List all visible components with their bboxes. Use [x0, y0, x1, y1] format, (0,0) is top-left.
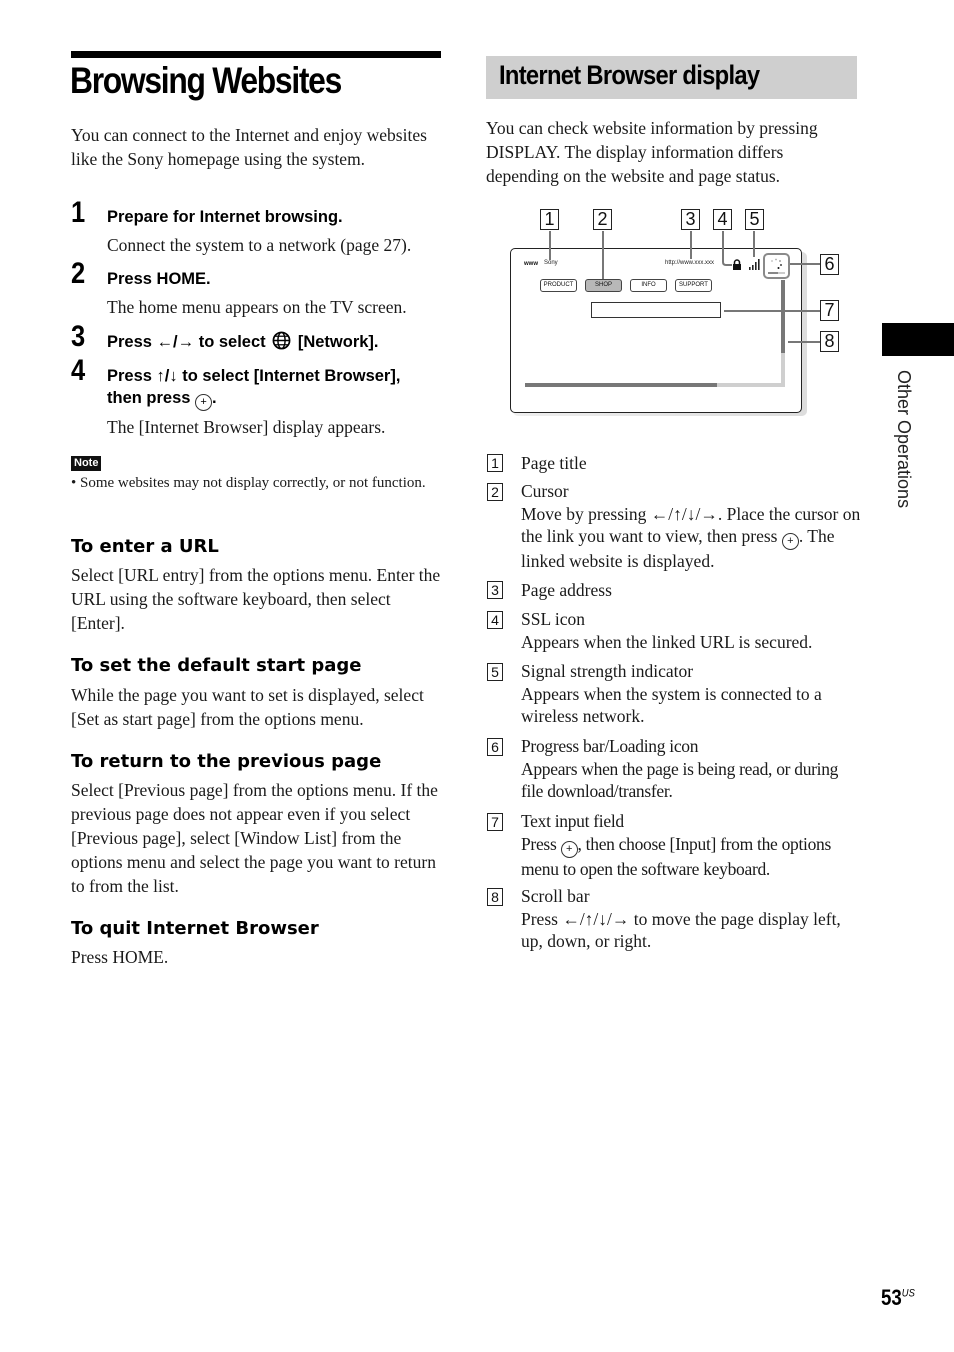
legend-item-7: Text input field Press +, then choose [I… — [521, 810, 861, 880]
side-tab-label: Other Operations — [894, 370, 914, 509]
legend-desc-8: Press ←/↑/↓/→ to move the page display l… — [521, 908, 841, 952]
www-page-icon: www — [524, 257, 538, 271]
legend-title-3: Page address — [521, 580, 612, 600]
nav-button-support: SUPPORT — [675, 279, 712, 292]
step-1-body: Connect the system to a network (page 27… — [107, 235, 412, 255]
legend-item-1: Page title — [521, 451, 861, 475]
loading-icon — [763, 253, 790, 279]
step-3-heading-pre: Press ←/→ to select — [107, 333, 266, 351]
subsection-heading-previous-page: To return to the previous page — [71, 751, 382, 772]
page-title-text: Sony — [544, 260, 558, 266]
legend-desc-7-pre: Press — [521, 833, 557, 854]
intro-text: You can connect to the Internet and enjo… — [71, 125, 427, 169]
legend-num-7: 7 — [487, 813, 503, 831]
legend-item-3: Page address — [521, 578, 861, 602]
step-2-heading: Press HOME. — [107, 270, 211, 288]
step-4-heading-post: . — [212, 389, 217, 407]
legend-item-8: Scroll bar Press ←/↑/↓/→ to move the pag… — [521, 885, 861, 953]
legend-item-4: SSL icon Appears when the linked URL is … — [521, 608, 861, 653]
loading-spinner-icon — [768, 258, 785, 274]
page-region: US — [901, 1287, 915, 1300]
title-rule — [71, 51, 441, 58]
legend-desc-7: Press +, then choose [Input] from the op… — [521, 833, 861, 881]
step-2-body: The home menu appears on the TV screen. — [107, 297, 407, 317]
text-input-field — [591, 302, 721, 318]
legend-desc-6: Appears when the page is being read, or … — [521, 758, 839, 802]
nav-button-info-label: INFO — [630, 279, 667, 292]
legend-desc-2: Move by pressing ←/↑/↓/→. Place the curs… — [521, 503, 861, 573]
enter-button-icon: + — [195, 394, 213, 411]
subsection-heading-quit: To quit Internet Browser — [71, 918, 319, 939]
nav-button-product: PRODUCT — [540, 279, 577, 292]
legend-desc-5: Appears when the system is connected to … — [521, 683, 822, 727]
section-side-tab — [882, 323, 954, 356]
section-title: Internet Browser display — [499, 60, 760, 90]
step-1-heading: Prepare for Internet browsing. — [107, 208, 343, 226]
horizontal-scroll-track — [525, 383, 785, 387]
legend-title-2: Cursor — [521, 481, 569, 501]
step-4-heading-line1: Press ↑/↓ to select [Internet Browser], — [107, 367, 401, 385]
www-label: www — [524, 261, 539, 267]
subsection-body-quit: Press HOME. — [71, 947, 169, 967]
subsection-body-previous-page: Select [Previous page] from the options … — [71, 780, 438, 896]
legend-title-6: Progress bar/Loading icon — [521, 736, 699, 756]
nav-button-shop-label: SHOP — [585, 279, 622, 292]
page-number: 53US — [881, 1285, 915, 1311]
legend-num-2: 2 — [487, 483, 503, 501]
legend-num-1: 1 — [487, 454, 503, 472]
page-number-value: 53 — [881, 1285, 902, 1310]
legend-item-2: Cursor Move by pressing ←/↑/↓/→. Place t… — [521, 480, 861, 573]
vertical-scroll-thumb — [781, 280, 785, 353]
legend-num-4: 4 — [487, 611, 503, 629]
step-3-heading-post: [Network]. — [297, 333, 379, 351]
step-4-heading-pre: then press — [107, 389, 191, 407]
step-number-2: 2 — [71, 257, 86, 290]
globe-network-icon — [272, 331, 291, 356]
note-badge: Note — [71, 456, 102, 471]
legend-num-8: 8 — [487, 888, 503, 906]
ssl-lock-icon — [733, 259, 741, 270]
page-title: Browsing Websites — [70, 60, 342, 101]
enter-button-icon: + — [560, 840, 578, 858]
step-4-body: The [Internet Browser] display appears. — [107, 417, 386, 437]
subsection-body-default-start: While the page you want to set is displa… — [71, 685, 424, 729]
legend-item-5: Signal strength indicator Appears when t… — [521, 660, 861, 728]
step-3-heading: Press ←/→ to select [Network]. — [107, 331, 379, 356]
nav-button-support-label: SUPPORT — [675, 279, 712, 292]
step-number-3: 3 — [71, 320, 86, 353]
legend-item-6: Progress bar/Loading icon Appears when t… — [521, 735, 861, 803]
nav-button-info: INFO — [630, 279, 667, 292]
legend-num-6: 6 — [487, 738, 503, 756]
legend-title-4: SSL icon — [521, 609, 586, 629]
legend-num-5: 5 — [487, 663, 503, 681]
note-text: • Some websites may not display correctl… — [71, 475, 426, 491]
legend-num-3: 3 — [487, 581, 503, 599]
section-intro: You can check website information by pre… — [486, 118, 818, 186]
legend-title-5: Signal strength indicator — [521, 661, 694, 681]
nav-button-product-label: PRODUCT — [540, 279, 577, 292]
step-number-1: 1 — [71, 196, 86, 229]
page-address-text: http://www.xxx.xxx — [665, 260, 715, 266]
signal-strength-icon — [749, 259, 760, 270]
step-number-4: 4 — [71, 354, 86, 387]
subsection-body-enter-url: Select [URL entry] from the options menu… — [71, 565, 441, 633]
vertical-scroll-track — [781, 280, 785, 384]
legend-desc-4: Appears when the linked URL is secured. — [521, 631, 813, 652]
nav-button-shop-selected: SHOP — [585, 279, 622, 292]
legend-title-1: Page title — [521, 453, 587, 473]
horizontal-scroll-thumb — [525, 383, 718, 387]
legend-title-8: Scroll bar — [521, 886, 590, 906]
enter-button-icon: + — [781, 533, 799, 550]
subsection-heading-enter-url: To enter a URL — [71, 536, 219, 557]
subsection-heading-default-start: To set the default start page — [71, 655, 362, 676]
legend-title-7: Text input field — [521, 811, 624, 831]
step-4-heading-line2: then press +. — [107, 387, 217, 411]
browser-display-diagram: 1 2 3 4 5 6 7 8 www Sony http://www.xxx.… — [486, 205, 856, 420]
